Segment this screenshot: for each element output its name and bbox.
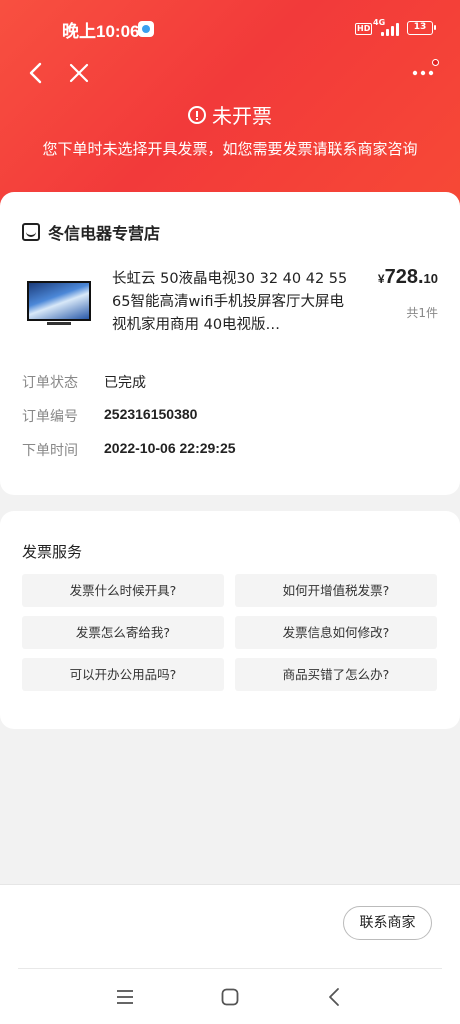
price-symbol: ¥ <box>377 272 385 286</box>
bottom-bar: 联系商家 <box>0 884 460 1024</box>
order-number-value[interactable]: 252316150380 <box>104 406 197 426</box>
hd-badge: HD <box>355 23 373 35</box>
divider <box>18 968 442 969</box>
store-name: 冬信电器专营店 <box>48 224 161 243</box>
status-time: 晚上10:06 <box>62 22 140 41</box>
status-bar: 晚上10:06 HD 4G 13 <box>0 14 460 44</box>
order-status-row: 订单状态 已完成 <box>22 372 146 392</box>
faq-edit-info[interactable]: 发票信息如何修改? <box>235 616 437 649</box>
faq-when-issued[interactable]: 发票什么时候开具? <box>22 574 224 607</box>
close-icon[interactable] <box>68 62 90 84</box>
invoice-service-card: 发票服务 发票什么时候开具? 如何开增值税发票? 发票怎么寄给我? 发票信息如何… <box>0 511 460 729</box>
more-icon[interactable] <box>411 66 439 80</box>
order-number-label: 订单编号 <box>22 409 78 425</box>
notification-app-icon <box>138 21 154 37</box>
home-icon[interactable] <box>220 987 240 1007</box>
order-number-row: 订单编号 252316150380 <box>22 406 197 426</box>
price-integer: 728. <box>384 266 424 288</box>
price-decimal: 10 <box>423 271 438 286</box>
battery-icon: 13 <box>407 21 436 35</box>
faq-office-supplies[interactable]: 可以开办公用品吗? <box>22 658 224 691</box>
menu-icon[interactable] <box>115 987 135 1007</box>
store-icon <box>22 223 40 241</box>
product-price: ¥728.10 <box>378 266 438 289</box>
store-header[interactable]: 冬信电器专营店 <box>22 220 160 244</box>
order-card: 冬信电器专营店 长虹云 50液晶电视30 32 40 42 55 65智能高清w… <box>0 192 460 495</box>
contact-seller-button[interactable]: 联系商家 <box>343 906 432 940</box>
order-time-label: 下单时间 <box>22 443 78 459</box>
notification-dot <box>432 59 439 66</box>
product-title[interactable]: 长虹云 50液晶电视30 32 40 42 55 65智能高清wifi手机投屏客… <box>112 268 352 337</box>
invoice-service-title: 发票服务 <box>22 543 83 561</box>
faq-how-delivered[interactable]: 发票怎么寄给我? <box>22 616 224 649</box>
product-quantity: 共1件 <box>406 306 438 320</box>
nav-back-icon[interactable] <box>325 987 345 1007</box>
invoice-status-title: 未开票 <box>0 100 460 130</box>
back-icon[interactable] <box>26 62 48 84</box>
faq-vat-invoice[interactable]: 如何开增值税发票? <box>235 574 437 607</box>
order-time-value: 2022-10-06 22:29:25 <box>104 440 236 456</box>
page-title: 未开票 <box>212 104 272 128</box>
signal-icon <box>381 22 401 36</box>
tv-thumbnail <box>27 281 91 325</box>
order-status-value: 已完成 <box>104 375 146 391</box>
faq-wrong-purchase[interactable]: 商品买错了怎么办? <box>235 658 437 691</box>
info-icon <box>188 105 206 124</box>
order-time-row: 下单时间 2022-10-06 22:29:25 <box>22 440 236 460</box>
page-subtitle: 您下单时未选择开具发票，如您需要发票请联系商家咨询 <box>42 140 418 158</box>
product-image[interactable] <box>22 266 96 336</box>
order-status-label: 订单状态 <box>22 375 78 391</box>
